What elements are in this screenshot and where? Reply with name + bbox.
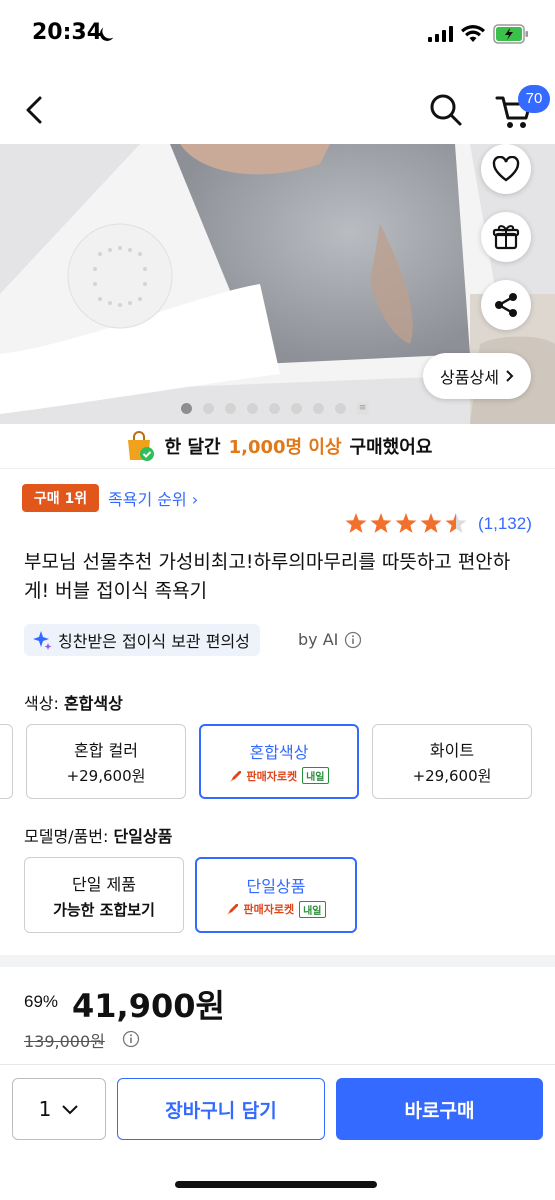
carousel-dot[interactable] <box>312 402 325 415</box>
option-price: +29,600원 <box>66 767 146 785</box>
chevron-right-icon <box>506 370 514 382</box>
buy-now-button[interactable]: 바로구매 <box>336 1078 543 1140</box>
color-option-card-partial[interactable] <box>0 724 13 799</box>
rank-badge: 구매 1위 <box>22 484 99 512</box>
star-icon <box>345 513 367 533</box>
info-icon <box>345 631 362 648</box>
wifi-icon <box>461 25 485 42</box>
banner-highlight: 1,000명 이상 <box>228 437 342 458</box>
star-rating <box>345 513 467 533</box>
gift-button[interactable] <box>481 212 531 262</box>
rocket-label: 판매자로켓 <box>246 769 298 783</box>
cart-count-badge: 70 <box>518 85 550 113</box>
star-icon <box>445 513 467 533</box>
sparkle-icon <box>33 631 52 650</box>
color-option-card[interactable]: 혼합 컬러 +29,600원 <box>26 724 186 799</box>
banner-suffix: 구매했어요 <box>349 437 433 458</box>
section-divider <box>0 955 555 967</box>
category-rank-label: 족욕기 순위 <box>108 490 187 509</box>
heart-icon <box>492 156 520 182</box>
option-price: +29,600원 <box>412 767 492 785</box>
star-icon <box>370 513 392 533</box>
ai-summary-pill[interactable]: 칭찬받은 접이식 보관 편의성 <box>24 624 260 656</box>
star-icon <box>395 513 417 533</box>
model-option-title: 모델명/품번: <box>24 827 109 846</box>
option-name: 단일상품 <box>246 876 306 896</box>
delivery-badge: 내일 <box>299 900 326 918</box>
cellular-signal-icon <box>428 26 453 42</box>
gift-icon <box>492 225 520 250</box>
battery-charging-icon <box>493 24 528 44</box>
color-option-selected: 혼합색상 <box>63 694 123 713</box>
wishlist-button[interactable] <box>481 144 531 194</box>
divider <box>0 468 555 469</box>
ai-by-label: by AI <box>298 630 339 649</box>
bottom-action-bar: 1 장바구니 담기 바로구매 <box>0 1064 555 1200</box>
ai-summary-text: 칭찬받은 접이식 보관 편의성 <box>58 632 250 651</box>
status-bar: 20:34 <box>0 0 555 70</box>
color-option-label: 색상: 혼합색상 <box>24 690 123 714</box>
rating[interactable]: (1,132) <box>344 512 532 536</box>
model-option-card-selected[interactable]: 단일상품 판매자로켓 내일 <box>195 857 357 933</box>
product-detail-button[interactable]: 상품상세 <box>423 353 531 399</box>
option-name: 혼합 컬러 <box>74 741 138 760</box>
delivery-badge: 내일 <box>302 767 329 784</box>
model-option-selected: 단일상품 <box>113 827 173 846</box>
home-indicator <box>175 1181 377 1188</box>
info-icon[interactable] <box>122 1030 140 1048</box>
model-option-label: 모델명/품번: 단일상품 <box>24 823 172 847</box>
option-name: 단일 제품 <box>72 874 136 894</box>
ai-attribution[interactable]: by AI <box>298 630 362 649</box>
add-to-cart-button[interactable]: 장바구니 담기 <box>117 1078 325 1140</box>
chevron-down-icon <box>62 1104 79 1114</box>
top-navigation <box>0 70 555 144</box>
option-name: 화이트 <box>429 741 475 760</box>
rocket-delivery-tag: 판매자로켓 내일 <box>229 767 329 784</box>
product-title: 부모님 선물추천 가성비최고!하루의마무리를 따뜻하고 편안하게! 버블 접이식… <box>24 551 511 602</box>
rocket-icon <box>230 770 242 782</box>
carousel-dot[interactable] <box>224 402 237 415</box>
carousel-dot[interactable] <box>334 402 347 415</box>
option-name: 혼합색상 <box>249 743 309 762</box>
category-rank-link[interactable]: 족욕기 순위 › <box>108 486 198 510</box>
rocket-icon <box>227 904 239 915</box>
carousel-dot[interactable] <box>290 402 303 415</box>
quantity-select[interactable]: 1 <box>12 1078 106 1140</box>
chevron-right-icon: › <box>191 490 199 509</box>
model-option-card[interactable]: 단일 제품 가능한 조합보기 <box>24 857 184 933</box>
back-arrow-icon[interactable] <box>18 90 54 130</box>
color-option-title: 색상: <box>24 694 59 713</box>
banner-prefix: 한 달간 <box>164 437 221 458</box>
carousel-dot[interactable] <box>246 402 259 415</box>
sale-price: 41,900원 <box>72 987 225 1025</box>
grid-more-icon[interactable]: ≡ <box>356 402 369 415</box>
carousel-dot[interactable] <box>202 402 215 415</box>
rocket-label: 판매자로켓 <box>243 903 295 916</box>
view-combinations-link[interactable]: 가능한 조합보기 <box>53 899 155 920</box>
product-image-carousel[interactable]: 상품상세 ≡ <box>0 144 555 424</box>
share-icon <box>495 293 517 317</box>
shopping-bag-check-icon <box>127 431 154 461</box>
carousel-dot[interactable] <box>268 402 281 415</box>
original-price: 139,000원 <box>24 1032 105 1051</box>
share-button[interactable] <box>481 280 531 330</box>
product-detail-label: 상품상세 <box>440 368 499 387</box>
quantity-value: 1 <box>38 1097 52 1121</box>
color-option-card-selected[interactable]: 혼합색상 판매자로켓 내일 <box>199 724 359 799</box>
review-count[interactable]: (1,132) <box>478 514 532 534</box>
carousel-indicator: ≡ <box>180 402 369 415</box>
color-option-card[interactable]: 화이트 +29,600원 <box>372 724 532 799</box>
purchase-count-banner: 한 달간 1,000명 이상 구매했어요 <box>0 424 555 468</box>
discount-rate: 69% <box>24 992 59 1011</box>
star-icon <box>420 513 442 533</box>
moon-icon <box>99 27 114 41</box>
rocket-delivery-tag: 판매자로켓 내일 <box>226 900 326 918</box>
carousel-dot[interactable] <box>180 402 193 415</box>
status-time: 20:34 <box>32 20 103 45</box>
search-icon[interactable] <box>426 90 466 130</box>
